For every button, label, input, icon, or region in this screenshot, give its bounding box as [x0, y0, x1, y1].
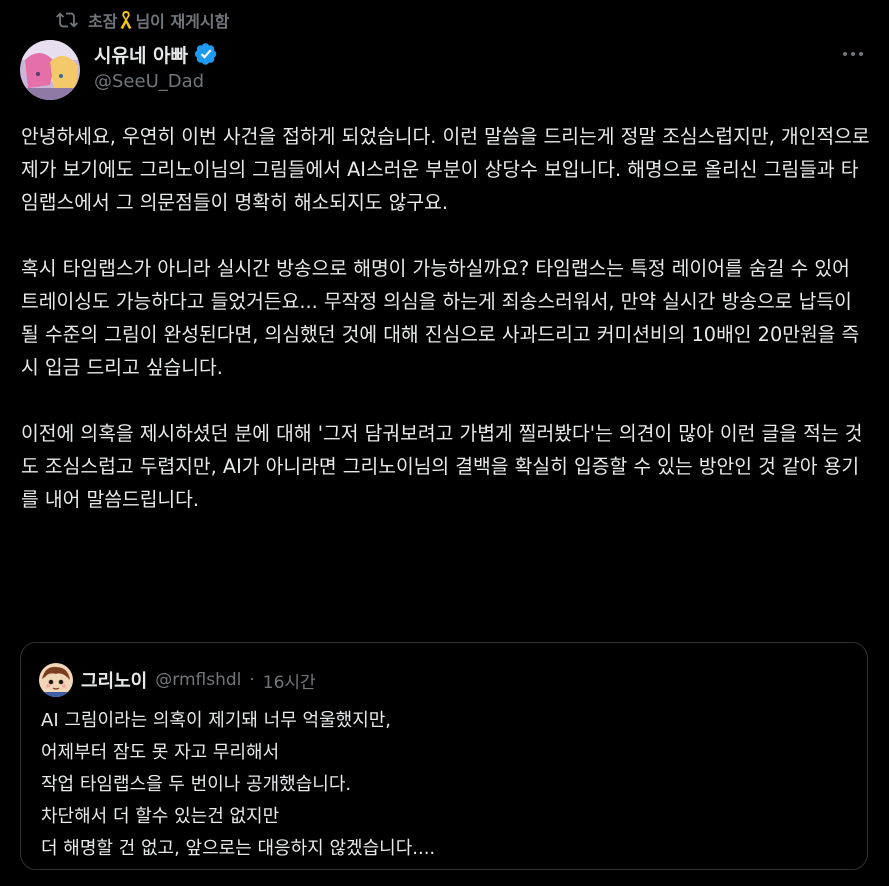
quoted-tweet-text: AI 그림이라는 의혹이 제기돼 너무 억울했지만, 어제부터 잠도 못 자고 … [41, 705, 841, 865]
author-display-name[interactable]: 시유네 아빠 [94, 41, 188, 68]
separator-dot: · [249, 670, 255, 690]
quoted-line: 작업 타임랩스을 두 번이나 공개했습니다. [41, 774, 352, 795]
tweet-paragraph-3: 이전에 의혹을 제시하셨던 분에 대해 '그저 담궈보려고 가볍게 찔러봤다'는… [21, 422, 863, 511]
tweet-paragraph-2: 혹시 타임랩스가 아니라 실시간 방송으로 해명이 가능하실까요? 타임랩스는 … [21, 257, 860, 379]
repost-suffix: 님이 재게시함 [135, 12, 230, 31]
quoted-line: 더 해명할 건 없고, 앞으로는 대응하지 않겠습니다.... [41, 838, 436, 859]
yellow-ribbon-icon [120, 11, 132, 29]
quoted-line: 차단해서 더 할수 있는건 없지만 [41, 806, 280, 827]
quoted-timestamp[interactable]: 16시간 [263, 668, 316, 693]
quoted-line: AI 그림이라는 의혹이 제기돼 너무 억울했지만, [41, 710, 392, 731]
author-name-row[interactable]: 시유네 아빠 [94, 40, 218, 68]
quoted-tweet-card[interactable]: 그리노이 @rmflshdl · 16시간 AI 그림이라는 의혹이 제기돼 너… [20, 642, 868, 870]
repost-context[interactable]: 초잠 님이 재게시함 [56, 7, 229, 33]
author-avatar[interactable] [20, 40, 80, 100]
reposter-name[interactable]: 초잠 [88, 12, 117, 31]
repost-icon [56, 12, 78, 28]
tweet-text: 안녕하세요, 우연히 이번 사건을 접하게 되었습니다. 이런 말씀을 드리는게… [21, 120, 871, 549]
quoted-author-name[interactable]: 그리노이 [81, 667, 147, 693]
tweet-paragraph-1: 안녕하세요, 우연히 이번 사건을 접하게 되었습니다. 이런 말씀을 드리는게… [21, 125, 870, 214]
quoted-line: 어제부터 잠도 못 자고 무리해서 [41, 742, 280, 763]
more-options-icon[interactable] [839, 44, 867, 64]
author-handle[interactable]: @SeeU_Dad [94, 71, 204, 92]
quoted-author-handle[interactable]: @rmflshdl [155, 670, 241, 690]
verified-badge-icon [194, 43, 217, 65]
quoted-tweet-header: 그리노이 @rmflshdl · 16시간 [39, 663, 316, 697]
quoted-author-avatar[interactable] [39, 663, 73, 697]
